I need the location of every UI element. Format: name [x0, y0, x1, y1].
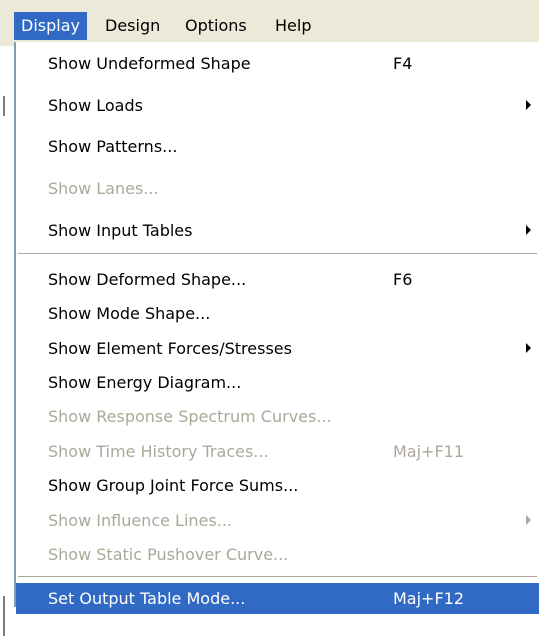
- menu-item-set-output-table-mode[interactable]: Set Output Table Mode... Maj+F12: [16, 583, 539, 614]
- menu-item-label: Show Lanes...: [48, 179, 159, 198]
- menu-item-show-group-joint-force-sums[interactable]: Show Group Joint Force Sums...: [16, 470, 539, 501]
- menu-item-label: Show Undeformed Shape: [48, 54, 251, 73]
- menu-item-shortcut: Maj+F12: [393, 589, 465, 608]
- menu-item-label: Show Time History Traces...: [48, 442, 269, 461]
- window-edge-mark: [3, 596, 5, 636]
- menu-item-label: Show Response Spectrum Curves...: [48, 407, 332, 426]
- menu-item-label: Show Influence Lines...: [48, 511, 232, 530]
- submenu-arrow-icon: [526, 515, 531, 525]
- menu-item-show-undeformed-shape[interactable]: Show Undeformed Shape F4: [16, 48, 539, 79]
- menubar-display[interactable]: Display: [14, 12, 87, 40]
- menu-item-shortcut: Maj+F11: [393, 442, 465, 461]
- menu-item-label: Set Output Table Mode...: [48, 589, 246, 608]
- menu-item-show-time-history-traces: Show Time History Traces... Maj+F11: [16, 436, 539, 467]
- menu-separator: [18, 253, 537, 255]
- menu-item-label: Show Input Tables: [48, 221, 193, 240]
- menubar-options[interactable]: Options: [178, 12, 254, 40]
- menubar-design[interactable]: Design: [98, 12, 167, 40]
- background-window-edge: [0, 46, 12, 636]
- menu-item-label: Show Energy Diagram...: [48, 373, 242, 392]
- window-edge-mark: [3, 96, 5, 116]
- menu-item-label: Show Static Pushover Curve...: [48, 545, 289, 564]
- submenu-arrow-icon: [526, 225, 531, 235]
- menu-item-show-lanes: Show Lanes...: [16, 173, 539, 204]
- menu-item-label: Show Deformed Shape...: [48, 270, 247, 289]
- menu-item-label: Show Patterns...: [48, 137, 178, 156]
- menu-item-label: Show Loads: [48, 96, 143, 115]
- submenu-arrow-icon: [526, 343, 531, 353]
- menu-item-show-mode-shape[interactable]: Show Mode Shape...: [16, 298, 539, 329]
- menu-item-show-element-forces-stresses[interactable]: Show Element Forces/Stresses: [16, 333, 539, 364]
- menu-item-shortcut: F6: [393, 270, 413, 289]
- menu-separator: [18, 576, 537, 578]
- menu-item-show-input-tables[interactable]: Show Input Tables: [16, 215, 539, 246]
- menu-item-label: Show Mode Shape...: [48, 304, 211, 323]
- menubar-help[interactable]: Help: [268, 12, 318, 40]
- menu-item-shortcut: F4: [393, 54, 413, 73]
- menu-item-show-static-pushover-curve: Show Static Pushover Curve...: [16, 539, 539, 570]
- menu-item-show-response-spectrum-curves: Show Response Spectrum Curves...: [16, 401, 539, 432]
- submenu-arrow-icon: [526, 100, 531, 110]
- menu-item-show-loads[interactable]: Show Loads: [16, 90, 539, 121]
- menu-item-label: Show Group Joint Force Sums...: [48, 476, 299, 495]
- menu-item-show-influence-lines: Show Influence Lines...: [16, 505, 539, 536]
- menu-item-show-deformed-shape[interactable]: Show Deformed Shape... F6: [16, 264, 539, 295]
- menu-item-label: Show Element Forces/Stresses: [48, 339, 292, 358]
- display-dropdown-menu: Show Undeformed Shape F4 Show Loads Show…: [14, 42, 539, 614]
- menu-item-show-energy-diagram[interactable]: Show Energy Diagram...: [16, 367, 539, 398]
- menu-bar: Display Design Options Help: [0, 0, 539, 46]
- menu-item-show-patterns[interactable]: Show Patterns...: [16, 131, 539, 162]
